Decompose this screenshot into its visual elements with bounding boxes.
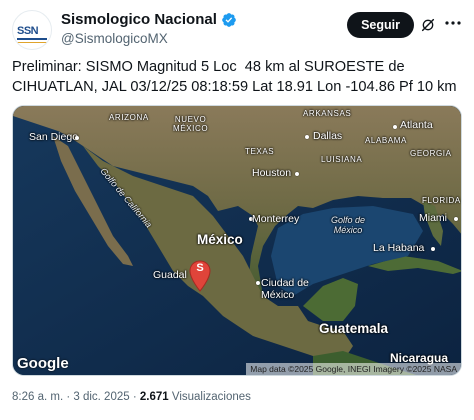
map-dot-la-habana [431,247,435,251]
map-label-luisiana: LUISIANA [321,155,363,164]
map-label-arkansas: ARKANSAS [303,109,352,118]
map-dot-atlanta [393,125,397,129]
map-dot-houston [295,172,299,176]
verified-badge-icon [222,13,236,27]
map-label-la-habana: La Habana [373,242,425,254]
map-label-san-diego: San Diego [29,131,79,143]
meta-separator: · [132,391,140,403]
map-label-mexico: México [197,232,243,247]
tweet-header: SSN Sismologico Nacional @SismologicoMX … [12,10,462,50]
map-label-miami: Miami [419,212,447,224]
more-options-icon[interactable] [444,20,462,26]
avatar-logo-line [17,38,47,40]
map-label-atlanta: Atlanta [400,119,433,131]
map-label-florida: FLORIDA [422,196,461,205]
tweet-time[interactable]: 8:26 a. m. [12,391,63,403]
tweet-meta: 8:26 a. m. · 3 dic. 2025 · 2.671 Visuali… [12,389,251,405]
map-dot-ciudad-de-mexico [256,281,260,285]
map-dot-san-diego [75,136,79,140]
account-names: Sismologico Nacional @SismologicoMX [61,11,237,48]
account-handle[interactable]: @SismologicoMX [61,30,237,48]
display-name[interactable]: Sismologico Nacional [61,11,217,29]
map-label-alabama: ALABAMA [365,136,407,145]
map-label-monterrey: Monterrey [252,213,300,225]
avatar[interactable]: SSN [12,10,52,50]
map-label-houston: Houston [252,167,292,179]
grok-icon[interactable] [420,17,436,33]
map-label-texas: TEXAS [245,147,275,156]
avatar-logo-text: SSN [17,25,39,37]
map-label-arizona: ARIZONA [109,113,149,122]
map-label-guadalajara: Guadal [153,269,187,281]
earthquake-location-pin[interactable]: S [189,260,211,292]
tweet-text: Preliminar: SISMO Magnitud 5 Loc 48 km a… [12,59,457,95]
google-logo: Google [17,355,69,372]
display-name-row[interactable]: Sismologico Nacional [61,11,237,29]
follow-button[interactable]: Seguir [347,12,414,38]
map-dot-dallas [305,135,309,139]
avatar-logo-accent-line [17,42,47,43]
pin-label: S [196,262,204,274]
views-label: Visualizaciones [171,391,251,403]
views-count: 2.671 [139,391,169,403]
map-label-dallas: Dallas [313,130,343,142]
map-label-golfo-de-mexico: Golfo de México [331,215,366,235]
map-label-georgia: GEORGIA [410,149,452,158]
tweet-date[interactable]: 3 dic. 2025 [73,391,129,403]
map-attribution: Map data ©2025 Google, INEGI Imagery ©20… [246,363,461,375]
map-label-ciudad-de-mexico: Ciudad de México [261,277,309,301]
earthquake-map-image[interactable]: San Diego ARIZONA NUEVO MÉXICO ARKANSAS … [12,105,462,376]
map-dot-miami [454,217,458,221]
map-label-nuevo-mexico: NUEVO MÉXICO [173,115,209,133]
map-label-guatemala: Guatemala [319,321,389,336]
